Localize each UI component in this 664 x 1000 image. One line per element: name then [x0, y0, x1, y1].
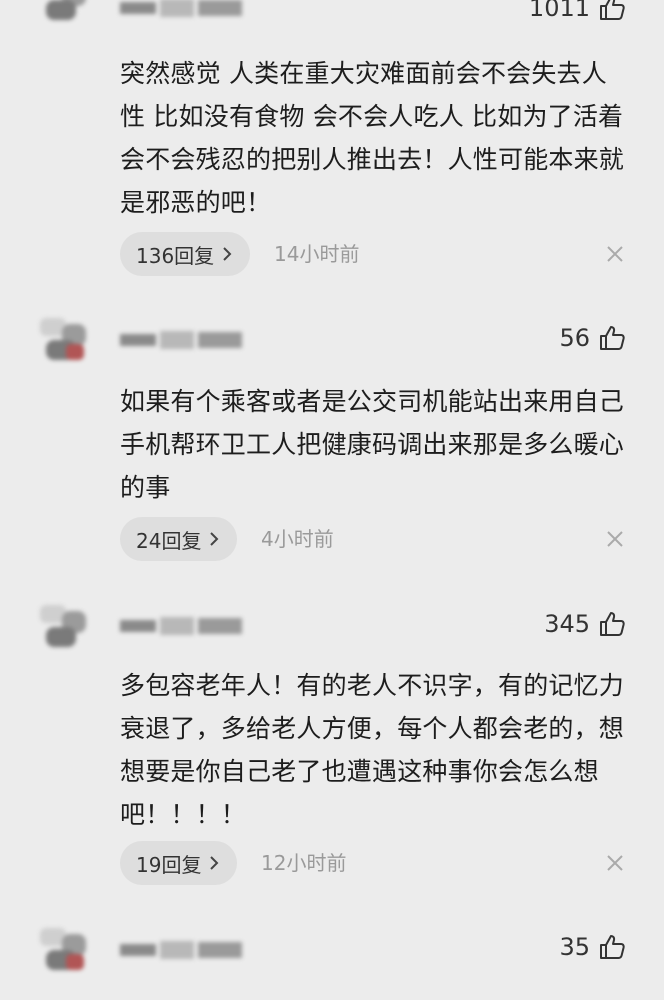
like-count: 35 [559, 933, 590, 961]
thumbs-up-icon [600, 326, 625, 350]
close-icon[interactable] [606, 530, 624, 548]
thumbs-up-icon [600, 612, 625, 636]
like-button[interactable]: 56 [559, 318, 626, 358]
comment-time: 14小时前 [274, 242, 360, 266]
like-count: 56 [559, 324, 590, 352]
close-icon[interactable] [606, 245, 624, 263]
avatar[interactable] [34, 0, 96, 28]
chevron-right-icon [210, 856, 219, 870]
avatar[interactable] [34, 310, 96, 368]
like-count: 1011 [528, 0, 590, 22]
chevron-right-icon [223, 247, 232, 261]
replies-button[interactable]: 24回复 [120, 517, 238, 561]
close-icon[interactable] [606, 854, 624, 872]
comment-header-partial: 1011 [0, 0, 664, 28]
username-blurred[interactable] [120, 326, 250, 354]
replies-button[interactable]: 136回复 [120, 232, 251, 276]
avatar[interactable] [34, 920, 96, 978]
comment-text: 多包容老年人！有的老人不识字，有的记忆力衰退了，多给老人方便，每个人都会老的，想… [120, 671, 625, 829]
comment-time: 4小时前 [261, 527, 334, 551]
like-button[interactable]: 35 [559, 927, 626, 967]
like-count: 345 [544, 610, 590, 638]
replies-label: 136回复 [136, 243, 215, 268]
username-blurred[interactable] [120, 612, 250, 640]
comment-time: 12小时前 [261, 851, 347, 875]
replies-label: 24回复 [136, 528, 202, 553]
replies-button[interactable]: 19回复 [120, 841, 238, 885]
comment-text: 突然感觉 人类在重大灾难面前会不会失去人性 比如没有食物 会不会人吃人 比如为了… [120, 59, 625, 217]
like-button[interactable]: 1011 [529, 0, 626, 28]
replies-label: 19回复 [136, 852, 202, 877]
like-button[interactable]: 345 [544, 604, 626, 644]
avatar[interactable] [34, 597, 96, 655]
username-blurred[interactable] [120, 0, 250, 22]
thumbs-up-icon [600, 935, 625, 959]
comment-text: 如果有个乘客或者是公交司机能站出来用自己手机帮环卫工人把健康码调出来那是多么暖心… [120, 387, 625, 502]
chevron-right-icon [210, 532, 219, 546]
thumbs-up-icon [600, 0, 625, 20]
username-blurred[interactable] [120, 936, 250, 964]
